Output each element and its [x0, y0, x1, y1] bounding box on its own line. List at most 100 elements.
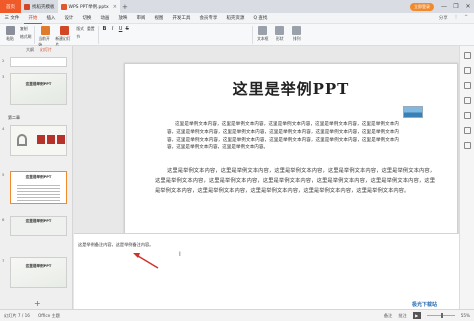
tool-icon[interactable] [463, 112, 471, 119]
play-current-button[interactable]: 当前开始 [38, 26, 52, 48]
ribbon-divider [251, 26, 253, 44]
arrow-shaft [137, 255, 159, 269]
notes-toggle[interactable]: 备注 [384, 313, 392, 319]
ppt-file-icon [60, 3, 67, 10]
menu-design[interactable]: 设计 [60, 13, 78, 24]
text-format-group: B I U S [102, 26, 129, 32]
strikethrough-button[interactable]: S [126, 26, 129, 32]
status-right-group: 备注 批注 ▶ 55% [384, 312, 474, 319]
tool-icon[interactable] [463, 52, 471, 59]
slide-thumbnail[interactable]: 这里是举例PPT [10, 216, 67, 236]
collapse-ribbon-icon[interactable]: ^ [464, 15, 468, 21]
thumb-number: 4 [2, 126, 5, 131]
italic-button[interactable]: I [110, 26, 116, 32]
slide-thumbnail[interactable]: 这里是举例PPT [10, 257, 67, 288]
shape-button[interactable]: 形状 [273, 26, 287, 42]
ribbon-divider [97, 26, 99, 44]
thumb-title: 这里是举例PPT [25, 175, 52, 179]
watermark-logo: 极光下载站 [412, 302, 438, 308]
menu-file[interactable]: 三 文件 [0, 13, 24, 24]
maximize-button[interactable]: ❐ [450, 0, 462, 13]
tab-template[interactable]: 找稻壳模板 [21, 0, 58, 13]
reset-button[interactable]: 重置 [87, 26, 95, 32]
new-tab-button[interactable]: + [120, 0, 130, 13]
close-window-button[interactable]: ✕ [462, 0, 474, 13]
menu-transition[interactable]: 切换 [78, 13, 96, 24]
thumb-number: 2 [2, 58, 5, 63]
slide-thumbnail[interactable] [10, 57, 67, 67]
menu-search[interactable]: Q 查找 [249, 13, 272, 24]
thumb-graphic [37, 135, 45, 144]
copy-button[interactable]: 复制 [20, 26, 31, 32]
tool-icon[interactable] [463, 97, 471, 104]
tool-icon[interactable] [463, 67, 471, 74]
slide-thumbnail-panel: 大纲 幻灯片 2 3 这里是举例PPT 第二章 4 5 这里是举例PPT 6 这… [0, 46, 73, 309]
paste-button[interactable]: 粘贴 [3, 26, 17, 42]
section-button[interactable]: 节 [76, 34, 84, 40]
zoom-level[interactable]: 55% [461, 313, 470, 318]
thumb-graphic [47, 135, 55, 144]
tab-document-label: WPS PPT举例.pptx [68, 4, 109, 10]
share-button[interactable]: 分享 [439, 15, 448, 21]
slide-thumbnail[interactable] [10, 125, 67, 156]
thumb-number: 3 [2, 74, 5, 79]
login-button[interactable]: 立即登录 [410, 2, 434, 11]
arrange-button[interactable]: 排列 [290, 26, 304, 42]
menu-developer[interactable]: 开发工具 [168, 13, 195, 24]
play-icon[interactable]: ▶ [412, 312, 421, 319]
slide-position: 幻灯片 7 / 16 [4, 312, 30, 318]
menu-right-group: 分享 ⋮ ^ [439, 15, 474, 21]
menu-view[interactable]: 视图 [150, 13, 168, 24]
add-slide-button[interactable]: + [34, 299, 41, 308]
menu-member[interactable]: 会员专享 [195, 13, 222, 24]
bold-button[interactable]: B [102, 26, 108, 32]
menu-review[interactable]: 审阅 [132, 13, 150, 24]
title-bar: 首页 找稻壳模板 WPS PPT举例.pptx × + 立即登录 — ❐ ✕ [0, 0, 474, 13]
underline-button[interactable]: U [118, 26, 124, 32]
thumb-title: 这里是举例PPT [25, 219, 52, 223]
textbox-button[interactable]: 文本框 [256, 26, 270, 42]
comments-toggle[interactable]: 批注 [398, 313, 406, 319]
menu-home[interactable]: 开始 [23, 13, 42, 24]
editor-area: 这里是举例PPT 这里是举例文本内容，这里是举例文本内容，这里是举例文本内容，这… [74, 46, 459, 309]
section-label[interactable]: 第二章 [8, 115, 20, 121]
thumb-graphic [17, 134, 27, 146]
more-icon[interactable]: ⋮ [454, 15, 459, 21]
menu-slideshow[interactable]: 放映 [114, 13, 132, 24]
menu-animation[interactable]: 动画 [96, 13, 114, 24]
home-tab[interactable]: 首页 [0, 0, 21, 13]
menu-docer[interactable]: 稻壳资源 [222, 13, 249, 24]
close-tab-icon[interactable]: × [113, 4, 117, 10]
menu-bar: 三 文件 开始 插入 设计 切换 动画 放映 审阅 视图 开发工具 会员专享 稻… [0, 13, 474, 24]
new-slide-icon [59, 26, 69, 35]
sidebar-tabs: 大纲 幻灯片 [0, 46, 72, 54]
wps-presentation-window: 首页 找稻壳模板 WPS PPT举例.pptx × + 立即登录 — ❐ ✕ 三… [0, 0, 474, 321]
new-slide-button[interactable]: 新建幻灯片 [55, 26, 73, 48]
slide-thumbnail[interactable]: 这里是举例PPT [10, 73, 67, 105]
shape-label: 形状 [275, 36, 284, 41]
template-icon [24, 3, 30, 10]
textbox-label: 文本框 [257, 36, 269, 41]
format-painter-button[interactable]: 格式刷 [20, 34, 31, 40]
layout-button[interactable]: 版式 [76, 26, 84, 32]
tab-outline[interactable]: 大纲 [26, 47, 34, 53]
arrange-label: 排列 [292, 36, 301, 41]
menu-insert[interactable]: 插入 [42, 13, 60, 24]
shape-icon [275, 26, 285, 35]
thumb-number: 7 [2, 258, 5, 263]
tool-icon[interactable] [463, 82, 471, 89]
theme-name[interactable]: Office 主题 [38, 313, 60, 319]
tool-icon[interactable] [463, 142, 471, 149]
layout-small-group: 版式 节 [76, 26, 84, 40]
reset-small-group: 重置 [87, 26, 95, 32]
tab-slides[interactable]: 幻灯片 [40, 47, 52, 53]
thumb-number: 5 [2, 172, 5, 177]
tool-icon[interactable] [463, 127, 471, 134]
tab-document[interactable]: WPS PPT举例.pptx × [57, 0, 120, 13]
zoom-slider[interactable] [426, 313, 455, 318]
title-bar-spacer [130, 0, 410, 13]
slide-thumbnail-selected[interactable]: 这里是举例PPT [10, 171, 67, 204]
annotation-arrow [133, 253, 159, 269]
minimize-button[interactable]: — [438, 0, 450, 13]
thumb-title: 这里是举例PPT [25, 264, 52, 268]
